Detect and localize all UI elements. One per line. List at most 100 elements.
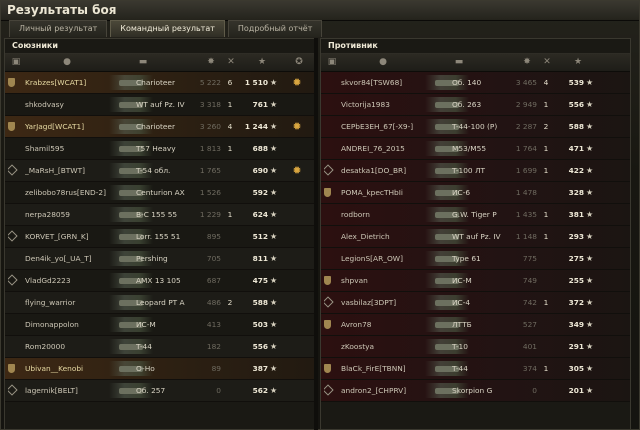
medal-icon[interactable]: ✹ <box>290 72 304 93</box>
player-name[interactable]: flying_warrior <box>25 292 109 313</box>
player-name[interactable]: zelibobo78rus[END-2] <box>25 182 109 203</box>
experience-value: 201 <box>568 386 584 395</box>
player-name[interactable]: ANDREI_76_2015 <box>341 138 425 159</box>
player-name[interactable]: shkodvasy <box>25 94 109 115</box>
tab-detailed-report[interactable]: Подробный отчёт <box>227 20 323 37</box>
player-name[interactable]: Rom20000 <box>25 336 109 357</box>
player-row[interactable]: VladGd2223 AMX 13 105 687 475 ★ <box>5 270 314 292</box>
player-name[interactable]: _MaRsH_[BTWT] <box>25 160 109 181</box>
player-row[interactable]: flying_warrior Leopard PT A 486 2 588 ★ <box>5 292 314 314</box>
experience-value: 1 244 <box>244 122 268 131</box>
player-row[interactable]: Den4ik_yo[_UA_T] Pershing 705 811 ★ <box>5 248 314 270</box>
star-icon: ★ <box>586 276 594 285</box>
frags-col-icon[interactable]: ✕ <box>542 57 552 67</box>
player-name[interactable]: nerpa28059 <box>25 204 109 225</box>
player-col-icon[interactable]: ● <box>378 57 388 67</box>
player-row[interactable]: Rom20000 T-44 182 556 ★ <box>5 336 314 358</box>
tab-personal-result[interactable]: Личный результат <box>9 20 108 37</box>
row-badge-slot <box>324 204 334 225</box>
player-row[interactable]: rodborn G.W. Tiger P 1 435 1 381 ★ <box>321 204 630 226</box>
damage-value: 0 <box>532 386 537 395</box>
platoon-col-icon[interactable]: ▣ <box>11 57 21 67</box>
player-name[interactable]: Ubivan__Kenobi <box>25 358 109 379</box>
player-name[interactable]: shpvan <box>341 270 425 291</box>
tank-name: Charioteer <box>136 122 176 131</box>
player-name[interactable]: Dimonappolon <box>25 314 109 335</box>
player-name[interactable]: Victorija1983 <box>341 94 425 115</box>
player-name[interactable]: BlaCk_FirE[TBNN] <box>341 358 425 379</box>
player-row[interactable]: andron2_[CHPRV] Skorpion G 0 201 ★ <box>321 380 630 402</box>
player-name[interactable]: YarJagd[WCAT1] <box>25 116 109 137</box>
player-row[interactable]: zelibobo78rus[END-2] Centurion AX 1 526 592… <box>5 182 314 204</box>
player-name[interactable]: rodborn <box>341 204 425 225</box>
player-row[interactable]: LegionS[AR_OW] Type 61 775 275 ★ <box>321 248 630 270</box>
player-row[interactable]: YarJagd[WCAT1] Charioteer 3 260 4 1 244 ★ ✹ <box>5 116 314 138</box>
experience-value: 588 <box>568 122 584 131</box>
frags-value: 4 <box>227 122 233 131</box>
player-row[interactable]: _MaRsH_[BTWT] T-54 обл. 1 765 690 ★ ✹ <box>5 160 314 182</box>
player-name[interactable]: skvor84[TSW68] <box>341 72 425 93</box>
platoon-col-icon[interactable]: ▣ <box>327 57 337 67</box>
player-name[interactable]: VladGd2223 <box>25 270 109 291</box>
player-row[interactable]: KORVET_[GRN_K] Lorr. 155 51 895 512 ★ <box>5 226 314 248</box>
player-name[interactable]: CEPbE3EH_67[-X9-] <box>341 116 425 137</box>
player-row[interactable]: vasbilaz[3DPT] ИС-4 742 1 372 ★ <box>321 292 630 314</box>
player-row[interactable]: BlaCk_FirE[TBNN] T-44 374 1 305 ★ <box>321 358 630 380</box>
medal-icon[interactable]: ✹ <box>290 160 304 181</box>
row-badge-slot <box>8 270 18 291</box>
player-name[interactable]: KORVET_[GRN_K] <box>25 226 109 247</box>
damage-value: 1 148 <box>515 232 537 241</box>
frags-col-icon[interactable]: ✕ <box>226 57 236 67</box>
tank-name: T-44 <box>136 342 152 351</box>
player-row[interactable]: zKoostya T-10 401 291 ★ <box>321 336 630 358</box>
exp-col-icon[interactable]: ★ <box>257 57 267 67</box>
star-icon: ★ <box>270 144 278 153</box>
player-row[interactable]: CEPbE3EH_67[-X9-] T-44-100 (Р) 2 287 2 588 ★ <box>321 116 630 138</box>
player-name[interactable]: lagernik[BELT] <box>25 380 109 401</box>
row-badge-slot <box>324 270 334 291</box>
medal-col-icon[interactable]: ✪ <box>294 57 304 67</box>
tank-col-icon[interactable]: ▬ <box>449 57 469 67</box>
damage-col-icon[interactable]: ✸ <box>206 57 216 67</box>
exp-col-icon[interactable]: ★ <box>573 57 583 67</box>
player-col-icon[interactable]: ● <box>62 57 72 67</box>
player-name[interactable]: zKoostya <box>341 336 425 357</box>
frags-value: 1 <box>227 100 233 109</box>
tab-team-result[interactable]: Командный результат <box>110 20 225 37</box>
player-name[interactable]: Krabzes[WCAT1] <box>25 72 109 93</box>
player-name[interactable]: andron2_[CHPRV] <box>341 380 425 401</box>
player-name[interactable]: vasbilaz[3DPT] <box>341 292 425 313</box>
player-row[interactable]: Krabzes[WCAT1] Charioteer 5 222 6 1 510 ★ ✹ <box>5 72 314 94</box>
tank-name: Leopard PT A <box>136 298 185 307</box>
platoon-badge-icon <box>324 364 331 373</box>
player-row[interactable]: POMA_kpecTHbIi ИС-6 1 478 328 ★ <box>321 182 630 204</box>
player-row[interactable]: Victorija1983 Об. 263 2 949 1 556 ★ <box>321 94 630 116</box>
player-name[interactable]: Shamil595 <box>25 138 109 159</box>
player-row[interactable]: shpvan ИС-М 749 255 ★ <box>321 270 630 292</box>
player-name[interactable]: Alex_Dietrich <box>341 226 425 247</box>
player-row[interactable]: nerpa28059 B-C 155 55 1 229 1 624 ★ <box>5 204 314 226</box>
medal-icon[interactable]: ✹ <box>290 116 304 137</box>
row-badge-slot <box>324 292 334 313</box>
player-row[interactable]: lagernik[BELT] Об. 257 0 562 ★ <box>5 380 314 402</box>
tank-name: G.W. Tiger P <box>452 210 497 219</box>
player-row[interactable]: Ubivan__Kenobi O-Ho 89 387 ★ <box>5 358 314 380</box>
tank-col-icon[interactable]: ▬ <box>133 57 153 67</box>
player-row[interactable]: Avron78 ЛТТБ 527 349 ★ <box>321 314 630 336</box>
player-row[interactable]: desatka1[DO_BR] T-100 ЛТ 1 699 1 422 ★ <box>321 160 630 182</box>
player-row[interactable]: Dimonappolon ИС-М 413 503 ★ <box>5 314 314 336</box>
player-row[interactable]: Shamil595 T57 Heavy 1 813 1 688 ★ <box>5 138 314 160</box>
player-name[interactable]: POMA_kpecTHbIi <box>341 182 425 203</box>
frags-value <box>224 380 236 401</box>
player-name[interactable]: Den4ik_yo[_UA_T] <box>25 248 109 269</box>
player-name[interactable]: LegionS[AR_OW] <box>341 248 425 269</box>
experience-value: 291 <box>568 342 584 351</box>
player-row[interactable]: skvor84[TSW68] Об. 140 3 465 4 539 ★ <box>321 72 630 94</box>
player-row[interactable]: ANDREI_76_2015 M53/M55 1 764 1 471 ★ <box>321 138 630 160</box>
player-name[interactable]: Avron78 <box>341 314 425 335</box>
row-badge-slot <box>324 72 334 93</box>
player-row[interactable]: Alex_Dietrich WT auf Pz. IV 1 148 1 293 ★ <box>321 226 630 248</box>
player-name[interactable]: desatka1[DO_BR] <box>341 160 425 181</box>
player-row[interactable]: shkodvasy WT auf Pz. IV 3 318 1 761 ★ <box>5 94 314 116</box>
damage-col-icon[interactable]: ✸ <box>522 57 532 67</box>
